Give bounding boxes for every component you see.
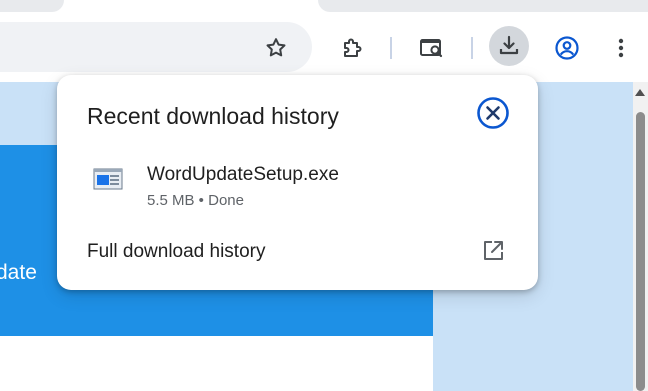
scroll-thumb[interactable] [636, 112, 645, 391]
page-content [0, 336, 433, 391]
full-download-history-link[interactable]: Full download history [87, 241, 265, 263]
profile-icon [555, 36, 579, 60]
extensions-button[interactable] [332, 28, 372, 68]
browser-toolbar [0, 20, 648, 82]
more-menu-icon [618, 38, 624, 58]
extensions-icon [344, 38, 362, 57]
close-icon [477, 97, 509, 129]
close-button[interactable] [476, 96, 510, 130]
scrollbar[interactable] [633, 82, 648, 391]
exe-file-icon [93, 168, 123, 190]
toolbar-separator [471, 37, 473, 59]
bookmark-star-button[interactable] [256, 28, 296, 68]
downloads-title: Recent download history [87, 103, 339, 129]
search-tab-icon [420, 39, 443, 58]
download-file-name[interactable]: WordUpdateSetup.exe [147, 164, 339, 186]
search-tabs-button[interactable] [412, 28, 452, 68]
download-file-status: 5.5 MB • Done [147, 192, 244, 209]
tab-strip [0, 0, 648, 20]
more-menu-button[interactable] [601, 28, 641, 68]
toolbar-separator [390, 37, 392, 59]
open-in-new-icon[interactable] [481, 239, 505, 263]
banner-text: date [0, 261, 37, 284]
star-icon [266, 38, 286, 57]
scroll-up-arrow-icon[interactable] [635, 89, 645, 96]
downloads-bubble: Recent download history WordUpdateSetup.… [57, 75, 538, 290]
downloads-button[interactable] [489, 26, 529, 66]
tab[interactable] [318, 0, 648, 12]
profile-button[interactable] [547, 28, 587, 68]
tab[interactable] [0, 0, 64, 12]
download-icon [499, 35, 519, 55]
